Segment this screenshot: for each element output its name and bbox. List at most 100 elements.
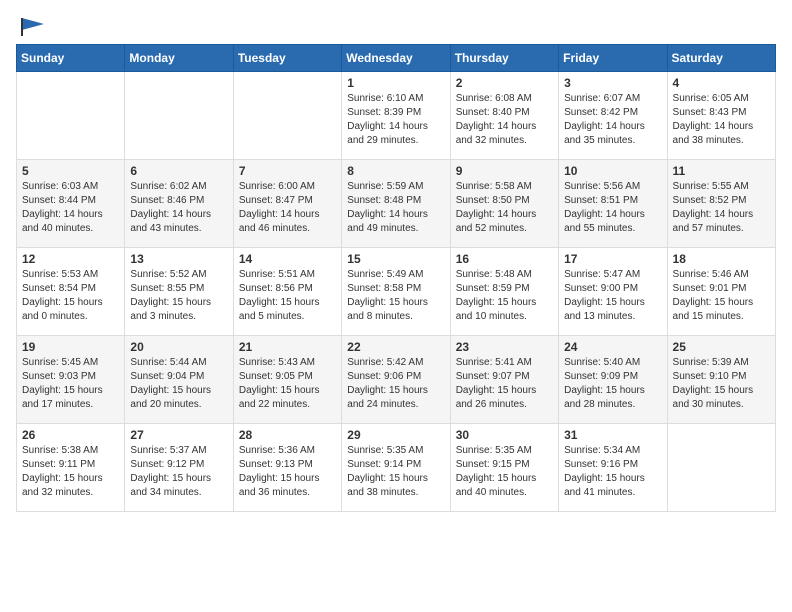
day-number: 7 <box>239 164 336 178</box>
day-info: Sunrise: 5:42 AM Sunset: 9:06 PM Dayligh… <box>347 356 444 412</box>
calendar-week-row: 5 Sunrise: 6:03 AM Sunset: 8:44 PM Daylig… <box>17 160 776 248</box>
day-number: 17 <box>564 252 661 266</box>
day-info: Sunrise: 5:49 AM Sunset: 8:58 PM Dayligh… <box>347 268 444 324</box>
day-info: Sunrise: 6:03 AM Sunset: 8:44 PM Dayligh… <box>22 180 119 236</box>
calendar-cell: 6 Sunrise: 6:02 AM Sunset: 8:46 PM Daylig… <box>125 160 233 248</box>
day-number: 15 <box>347 252 444 266</box>
calendar-cell: 16 Sunrise: 5:48 AM Sunset: 8:59 PM Dayli… <box>450 248 558 336</box>
calendar-cell: 22 Sunrise: 5:42 AM Sunset: 9:06 PM Dayli… <box>342 336 450 424</box>
calendar-cell: 20Sunrise: 5:44 AM Sunset: 9:04 PM Dayli… <box>125 336 233 424</box>
day-info: Sunrise: 5:41 AM Sunset: 9:07 PM Dayligh… <box>456 356 553 412</box>
day-info: Sunrise: 6:07 AM Sunset: 8:42 PM Dayligh… <box>564 92 661 148</box>
day-number: 6 <box>130 164 227 178</box>
day-number: 4 <box>673 76 770 90</box>
day-info: Sunrise: 6:00 AM Sunset: 8:47 PM Dayligh… <box>239 180 336 236</box>
calendar-cell: 23 Sunrise: 5:41 AM Sunset: 9:07 PM Dayli… <box>450 336 558 424</box>
calendar-cell: 27 Sunrise: 5:37 AM Sunset: 9:12 PM Dayli… <box>125 424 233 512</box>
day-info: Sunrise: 6:08 AM Sunset: 8:40 PM Dayligh… <box>456 92 553 148</box>
day-number: 9 <box>456 164 553 178</box>
calendar-cell: 21Sunrise: 5:43 AM Sunset: 9:05 PM Dayli… <box>233 336 341 424</box>
day-info: Sunrise: 5:39 AM Sunset: 9:10 PM Dayligh… <box>673 356 770 412</box>
day-number: 14 <box>239 252 336 266</box>
logo-flag-icon <box>18 16 46 38</box>
calendar-cell: 10Sunrise: 5:56 AM Sunset: 8:51 PM Dayli… <box>559 160 667 248</box>
day-info: Sunrise: 6:10 AM Sunset: 8:39 PM Dayligh… <box>347 92 444 148</box>
day-of-week-header: Saturday <box>667 45 775 72</box>
day-number: 3 <box>564 76 661 90</box>
day-number: 21 <box>239 340 336 354</box>
day-number: 27 <box>130 428 227 442</box>
day-info: Sunrise: 5:40 AM Sunset: 9:09 PM Dayligh… <box>564 356 661 412</box>
day-of-week-header: Tuesday <box>233 45 341 72</box>
day-number: 28 <box>239 428 336 442</box>
day-number: 16 <box>456 252 553 266</box>
calendar-week-row: 19 Sunrise: 5:45 AM Sunset: 9:03 PM Dayli… <box>17 336 776 424</box>
calendar-cell: 14 Sunrise: 5:51 AM Sunset: 8:56 PM Dayli… <box>233 248 341 336</box>
day-info: Sunrise: 6:05 AM Sunset: 8:43 PM Dayligh… <box>673 92 770 148</box>
day-number: 22 <box>347 340 444 354</box>
day-number: 8 <box>347 164 444 178</box>
day-info: Sunrise: 5:37 AM Sunset: 9:12 PM Dayligh… <box>130 444 227 500</box>
day-info: Sunrise: 5:52 AM Sunset: 8:55 PM Dayligh… <box>130 268 227 324</box>
calendar-cell <box>17 72 125 160</box>
calendar-cell: 2 Sunrise: 6:08 AM Sunset: 8:40 PM Daylig… <box>450 72 558 160</box>
day-info: Sunrise: 5:45 AM Sunset: 9:03 PM Dayligh… <box>22 356 119 412</box>
day-number: 2 <box>456 76 553 90</box>
day-info: Sunrise: 5:47 AM Sunset: 9:00 PM Dayligh… <box>564 268 661 324</box>
day-info: Sunrise: 5:36 AM Sunset: 9:13 PM Dayligh… <box>239 444 336 500</box>
day-of-week-header: Sunday <box>17 45 125 72</box>
day-number: 19 <box>22 340 119 354</box>
day-info: Sunrise: 5:59 AM Sunset: 8:48 PM Dayligh… <box>347 180 444 236</box>
calendar-cell: 13 Sunrise: 5:52 AM Sunset: 8:55 PM Dayli… <box>125 248 233 336</box>
day-info: Sunrise: 5:53 AM Sunset: 8:54 PM Dayligh… <box>22 268 119 324</box>
day-number: 1 <box>347 76 444 90</box>
day-of-week-header: Wednesday <box>342 45 450 72</box>
calendar-week-row: 1 Sunrise: 6:10 AM Sunset: 8:39 PM Daylig… <box>17 72 776 160</box>
day-info: Sunrise: 5:35 AM Sunset: 9:15 PM Dayligh… <box>456 444 553 500</box>
logo <box>16 16 46 34</box>
day-info: Sunrise: 5:38 AM Sunset: 9:11 PM Dayligh… <box>22 444 119 500</box>
calendar-cell: 24 Sunrise: 5:40 AM Sunset: 9:09 PM Dayli… <box>559 336 667 424</box>
day-info: Sunrise: 5:48 AM Sunset: 8:59 PM Dayligh… <box>456 268 553 324</box>
calendar-table: SundayMondayTuesdayWednesdayThursdayFrid… <box>16 44 776 512</box>
calendar-cell: 31 Sunrise: 5:34 AM Sunset: 9:16 PM Dayli… <box>559 424 667 512</box>
day-number: 29 <box>347 428 444 442</box>
day-number: 10 <box>564 164 661 178</box>
day-info: Sunrise: 5:46 AM Sunset: 9:01 PM Dayligh… <box>673 268 770 324</box>
day-of-week-header: Thursday <box>450 45 558 72</box>
calendar-cell: 12 Sunrise: 5:53 AM Sunset: 8:54 PM Dayli… <box>17 248 125 336</box>
day-number: 31 <box>564 428 661 442</box>
day-info: Sunrise: 5:55 AM Sunset: 8:52 PM Dayligh… <box>673 180 770 236</box>
day-number: 12 <box>22 252 119 266</box>
calendar-cell: 26 Sunrise: 5:38 AM Sunset: 9:11 PM Dayli… <box>17 424 125 512</box>
page-header <box>16 16 776 34</box>
day-number: 26 <box>22 428 119 442</box>
day-number: 24 <box>564 340 661 354</box>
calendar-cell: 7 Sunrise: 6:00 AM Sunset: 8:47 PM Daylig… <box>233 160 341 248</box>
calendar-cell: 30 Sunrise: 5:35 AM Sunset: 9:15 PM Dayli… <box>450 424 558 512</box>
calendar-cell: 28 Sunrise: 5:36 AM Sunset: 9:13 PM Dayli… <box>233 424 341 512</box>
day-info: Sunrise: 6:02 AM Sunset: 8:46 PM Dayligh… <box>130 180 227 236</box>
day-info: Sunrise: 5:51 AM Sunset: 8:56 PM Dayligh… <box>239 268 336 324</box>
calendar-cell: 1 Sunrise: 6:10 AM Sunset: 8:39 PM Daylig… <box>342 72 450 160</box>
calendar-cell: 19 Sunrise: 5:45 AM Sunset: 9:03 PM Dayli… <box>17 336 125 424</box>
calendar-cell: 8 Sunrise: 5:59 AM Sunset: 8:48 PM Daylig… <box>342 160 450 248</box>
day-number: 25 <box>673 340 770 354</box>
day-info: Sunrise: 5:34 AM Sunset: 9:16 PM Dayligh… <box>564 444 661 500</box>
day-number: 23 <box>456 340 553 354</box>
calendar-cell: 18Sunrise: 5:46 AM Sunset: 9:01 PM Dayli… <box>667 248 775 336</box>
calendar-cell: 17 Sunrise: 5:47 AM Sunset: 9:00 PM Dayli… <box>559 248 667 336</box>
calendar-cell <box>667 424 775 512</box>
day-number: 30 <box>456 428 553 442</box>
day-number: 13 <box>130 252 227 266</box>
calendar-cell: 9 Sunrise: 5:58 AM Sunset: 8:50 PM Daylig… <box>450 160 558 248</box>
day-info: Sunrise: 5:58 AM Sunset: 8:50 PM Dayligh… <box>456 180 553 236</box>
calendar-cell: 11Sunrise: 5:55 AM Sunset: 8:52 PM Dayli… <box>667 160 775 248</box>
day-of-week-header: Friday <box>559 45 667 72</box>
day-number: 20 <box>130 340 227 354</box>
calendar-week-row: 26 Sunrise: 5:38 AM Sunset: 9:11 PM Dayli… <box>17 424 776 512</box>
day-number: 5 <box>22 164 119 178</box>
calendar-cell: 25 Sunrise: 5:39 AM Sunset: 9:10 PM Dayli… <box>667 336 775 424</box>
calendar-week-row: 12 Sunrise: 5:53 AM Sunset: 8:54 PM Dayli… <box>17 248 776 336</box>
day-info: Sunrise: 5:35 AM Sunset: 9:14 PM Dayligh… <box>347 444 444 500</box>
